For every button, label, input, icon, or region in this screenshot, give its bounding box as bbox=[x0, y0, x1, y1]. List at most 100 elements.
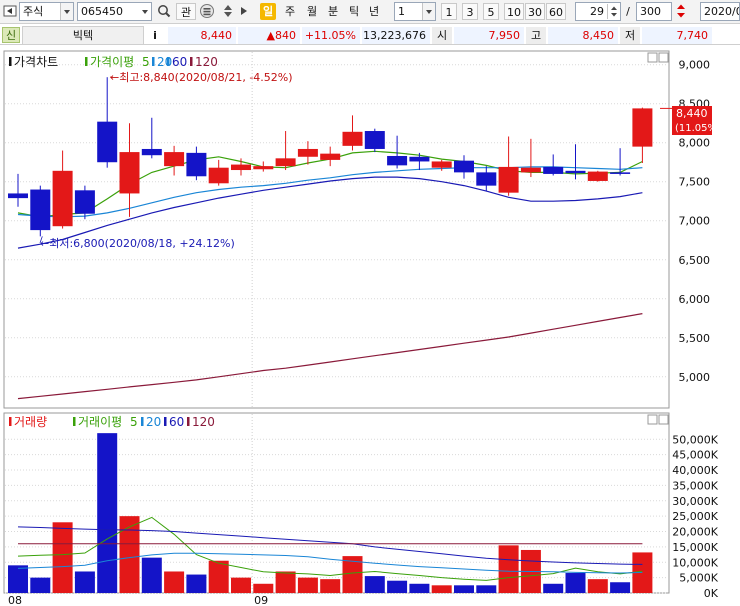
interval-select-value: 1 bbox=[398, 5, 405, 18]
volume-bar bbox=[164, 571, 185, 593]
volume-ma-label: 거래이평 bbox=[78, 415, 122, 429]
period-month-button[interactable]: 월 bbox=[304, 3, 320, 20]
stack-icon[interactable] bbox=[198, 3, 216, 20]
volume-ma60-label: 60 bbox=[169, 415, 184, 429]
volume-minimize-icon[interactable] bbox=[647, 414, 658, 425]
volume-tick-label: 0K bbox=[704, 587, 719, 600]
stepper-glyph-icon bbox=[611, 6, 617, 17]
up-down-spinner-icon[interactable] bbox=[220, 3, 236, 20]
volume-bar bbox=[610, 582, 631, 593]
candle-up bbox=[231, 164, 251, 171]
ma20-marker bbox=[152, 57, 155, 66]
candle-down bbox=[387, 155, 408, 166]
price-tick-label: 6,500 bbox=[679, 254, 711, 267]
volume-legend: 거래량 거래이평 5 20 60 120 bbox=[9, 415, 215, 429]
related-stock-button[interactable]: 관 bbox=[176, 3, 196, 20]
interval-select[interactable]: 1 bbox=[394, 2, 436, 21]
volume-tick-label: 25,000K bbox=[672, 510, 718, 523]
price-change: ▲840 bbox=[238, 27, 300, 44]
volume-tick-label: 45,000K bbox=[672, 449, 718, 462]
interval-chevron-down-icon[interactable] bbox=[422, 3, 435, 20]
date-axis: 08 09 bbox=[8, 594, 268, 606]
total-count-value: 300 bbox=[640, 5, 661, 18]
volume-bar bbox=[431, 585, 452, 593]
volume-tick-label: 40,000K bbox=[672, 464, 718, 477]
panel-close-icon[interactable] bbox=[658, 52, 669, 63]
interval-10-button[interactable]: 10 bbox=[504, 3, 524, 20]
volume-bar bbox=[320, 579, 341, 593]
interval-60-button[interactable]: 60 bbox=[546, 3, 566, 20]
volume-close-icon[interactable] bbox=[658, 414, 669, 425]
x-tick-label: 09 bbox=[254, 594, 268, 606]
volume-bar bbox=[275, 571, 296, 593]
stock-chart[interactable]: 9,0008,5008,0007,5007,0006,5006,0005,500… bbox=[0, 47, 740, 606]
candle-up bbox=[119, 152, 140, 194]
period-minute-button[interactable]: 분 bbox=[325, 3, 341, 20]
interval-3-button[interactable]: 3 bbox=[462, 3, 478, 20]
interval-5-button[interactable]: 5 bbox=[483, 3, 499, 20]
volume-chart-title: 거래량 bbox=[14, 415, 47, 429]
price-tick-label: 6,000 bbox=[679, 293, 711, 306]
date-input[interactable]: 2020/0 bbox=[700, 2, 740, 21]
price-tick-label: 9,000 bbox=[679, 59, 711, 72]
candle-up bbox=[632, 108, 653, 147]
volume-bar bbox=[476, 585, 497, 593]
volume-tick-label: 30,000K bbox=[672, 495, 718, 508]
open-price: 7,950 bbox=[454, 27, 524, 44]
period-day-button[interactable]: 일 bbox=[260, 3, 276, 20]
stack-glyph-icon bbox=[200, 4, 214, 18]
stock-code-input[interactable]: 065450 bbox=[77, 2, 152, 21]
volume-bar bbox=[454, 585, 474, 593]
vol-ma120-marker bbox=[187, 417, 190, 426]
count-stepper[interactable]: 29 bbox=[575, 2, 621, 21]
price-tick-label: 7,000 bbox=[679, 215, 711, 228]
volume-bar bbox=[74, 571, 95, 593]
volume-bar bbox=[297, 577, 318, 593]
period-week-button[interactable]: 주 bbox=[282, 3, 298, 20]
volume-tick-label: 10,000K bbox=[672, 556, 718, 569]
search-icon[interactable] bbox=[155, 3, 173, 20]
price-tick-label: 7,500 bbox=[679, 176, 711, 189]
volume-tick-label: 5,000K bbox=[679, 572, 718, 585]
vol-ma60-marker bbox=[164, 417, 167, 426]
volume-tick-label: 35,000K bbox=[672, 479, 718, 492]
ma-legend-marker bbox=[85, 57, 88, 66]
candle-down bbox=[30, 189, 51, 231]
scroll-right-icon[interactable] bbox=[238, 3, 250, 20]
low-price: 7,740 bbox=[642, 27, 712, 44]
period-tick-button[interactable]: 틱 bbox=[346, 3, 362, 20]
info-button[interactable]: i bbox=[146, 27, 164, 44]
volume-axis: 50,000K 45,000K 40,000K 35,000K 30,000K 25,00… bbox=[672, 433, 718, 600]
refresh-icon[interactable] bbox=[674, 3, 688, 20]
menu-icon[interactable] bbox=[3, 3, 17, 20]
price-legend-marker bbox=[9, 57, 12, 66]
candle-down bbox=[74, 190, 95, 214]
volume-bar bbox=[387, 580, 408, 593]
candle-up bbox=[297, 148, 318, 157]
code-dropdown-icon[interactable] bbox=[139, 3, 151, 20]
volume-bar bbox=[208, 560, 229, 593]
x-tick-label: 08 bbox=[8, 594, 22, 606]
candle-up bbox=[587, 171, 608, 181]
trade-volume: 13,223,676 bbox=[362, 27, 430, 44]
candle-down bbox=[543, 166, 564, 174]
candle-up bbox=[253, 166, 274, 170]
total-count-input[interactable]: 300 bbox=[636, 2, 672, 21]
volume-ma20-label: 20 bbox=[146, 415, 161, 429]
panel-minimize-icon[interactable] bbox=[647, 52, 658, 63]
volume-bar bbox=[231, 577, 251, 593]
chevron-right-icon bbox=[241, 7, 247, 15]
count-value: 29 bbox=[590, 5, 604, 18]
period-year-button[interactable]: 년 bbox=[366, 3, 382, 20]
price-ma-label: 가격이평 bbox=[90, 55, 134, 69]
market-select[interactable]: 주식 bbox=[19, 2, 74, 21]
interval-30-button[interactable]: 30 bbox=[525, 3, 545, 20]
candle-up bbox=[431, 161, 452, 168]
low-annotation: ←최저:6,800(2020/08/18, +24.12%) bbox=[40, 237, 235, 250]
interval-1-button[interactable]: 1 bbox=[441, 3, 457, 20]
volume-bar bbox=[364, 576, 385, 593]
stepper-arrows-icon[interactable] bbox=[607, 4, 619, 19]
volume-tick-label: 15,000K bbox=[672, 541, 718, 554]
chevron-down-icon[interactable] bbox=[60, 3, 73, 20]
quote-bar: 신 빅텍 i 8,440 ▲840 +11.05% 13,223,676 시 7… bbox=[0, 24, 740, 45]
